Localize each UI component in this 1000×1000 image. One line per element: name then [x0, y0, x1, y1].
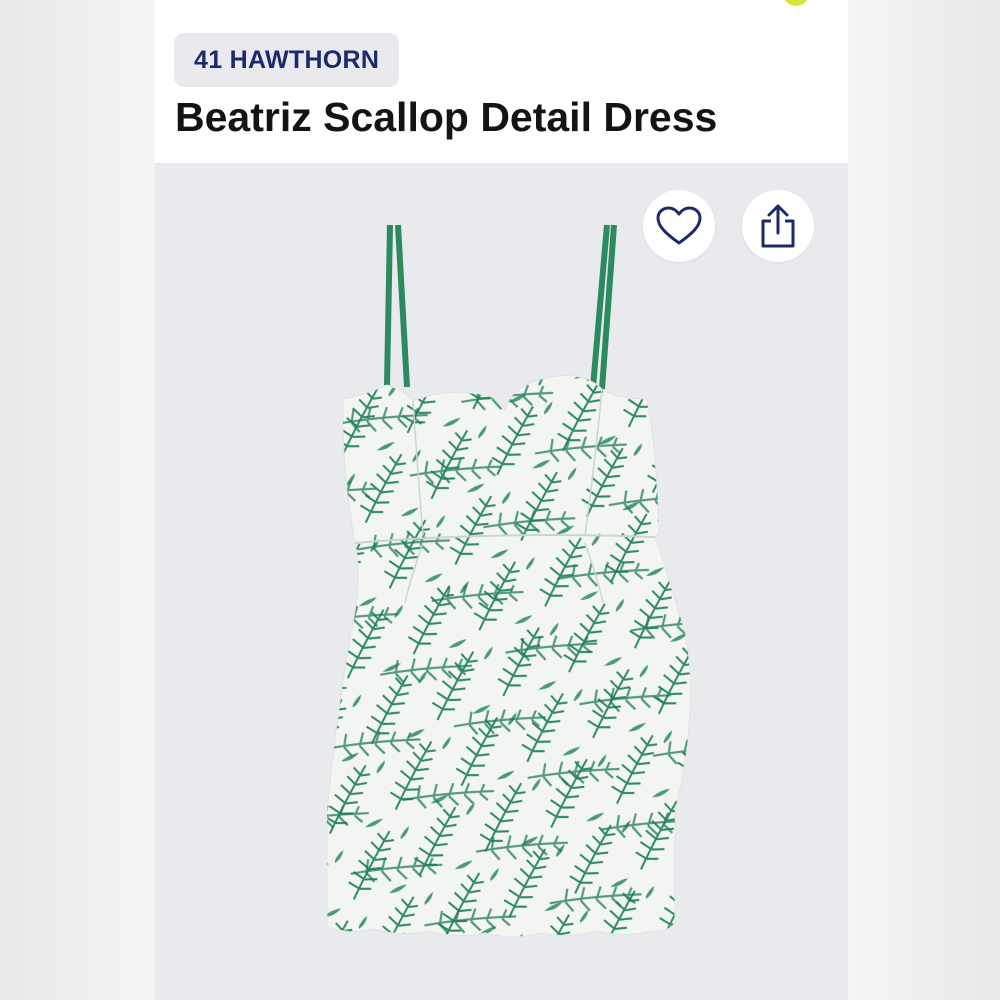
- share-button[interactable]: [742, 190, 814, 262]
- product-image-gallery[interactable]: [155, 163, 848, 1000]
- right-backdrop: [848, 0, 1000, 1000]
- product-image: [326, 224, 692, 938]
- share-icon: [761, 204, 795, 248]
- product-header: 41 HAWTHORN Beatriz Scallop Detail Dress: [155, 10, 848, 163]
- favorite-button[interactable]: [643, 190, 715, 262]
- product-title: Beatriz Scallop Detail Dress: [175, 94, 718, 140]
- product-page: 41 HAWTHORN Beatriz Scallop Detail Dress: [155, 0, 848, 1000]
- brand-chip[interactable]: 41 HAWTHORN: [174, 33, 400, 87]
- left-backdrop: [0, 0, 155, 1000]
- heart-icon: [656, 206, 702, 245]
- brand-label: 41 HAWTHORN: [194, 45, 380, 74]
